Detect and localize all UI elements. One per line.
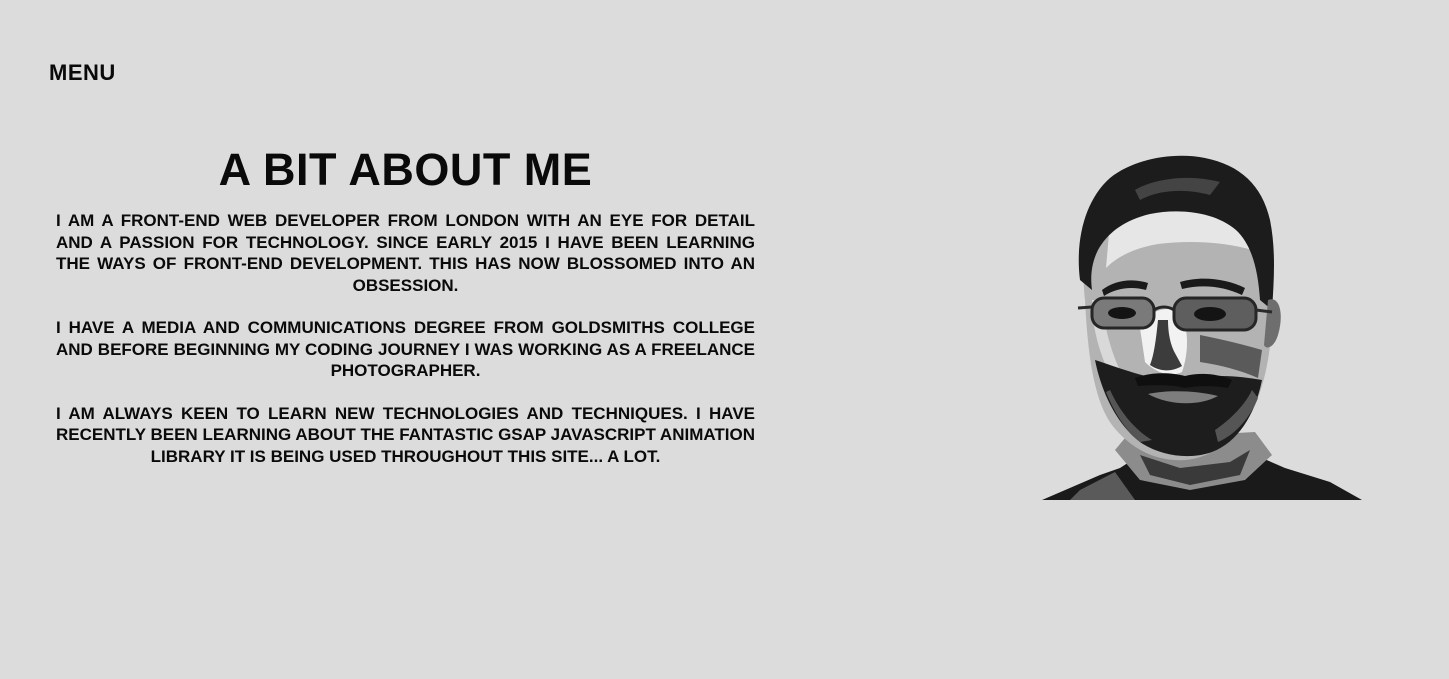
about-paragraph-1: I am a front-end web developer from Lond…	[56, 211, 755, 295]
about-text: I am a front-end web developer from Lond…	[56, 210, 755, 467]
about-section: A BIT ABOUT ME I am a front-end web deve…	[56, 145, 755, 488]
about-paragraph-2: I have a media and communications degree…	[56, 318, 755, 380]
page-title: A BIT ABOUT ME	[218, 144, 593, 195]
portrait-illustration	[1042, 155, 1362, 500]
portrait-image	[1040, 150, 1365, 502]
menu-button[interactable]: MENU	[49, 61, 116, 85]
about-paragraph-3: I am always keen to learn new technologi…	[56, 403, 755, 466]
